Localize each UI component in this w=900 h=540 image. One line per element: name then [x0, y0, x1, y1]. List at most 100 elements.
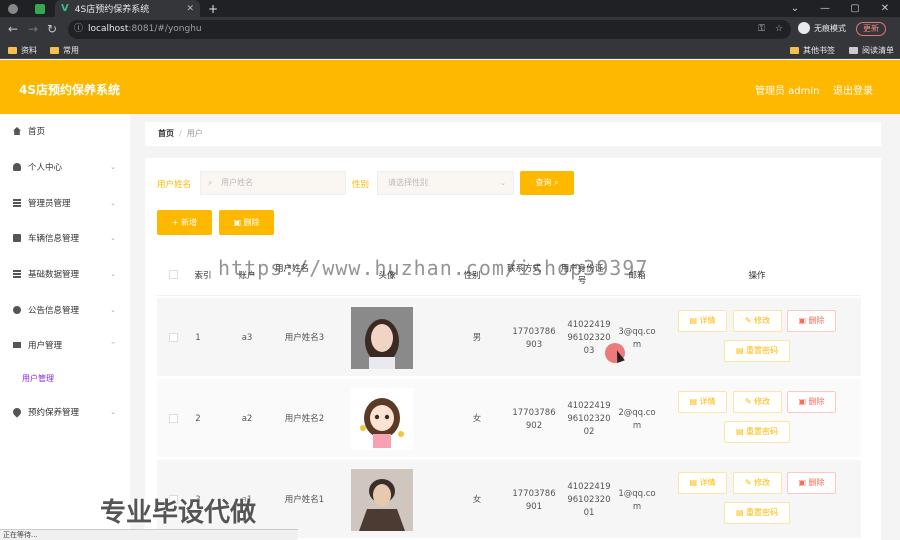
bookmark-folder[interactable]: 资料 [8, 45, 37, 56]
sidebar-item-admins[interactable]: 管理员管理 ⌄ [0, 193, 130, 213]
browser-tab-icon[interactable] [35, 0, 45, 17]
new-tab-icon[interactable]: + [208, 0, 218, 17]
minimize-icon[interactable]: — [810, 0, 840, 17]
forward-arrow-icon[interactable]: → [28, 22, 38, 36]
reload-icon[interactable]: ↻ [47, 22, 57, 36]
cell-index: 1 [195, 333, 201, 343]
avatar [351, 388, 413, 450]
delete-button[interactable]: ▣ 删除 [787, 310, 836, 332]
cell-gender: 女 [472, 495, 482, 505]
sidebar-item-appointments[interactable]: 预约保养管理 ⌄ [0, 402, 130, 422]
list-icon [13, 199, 21, 207]
sidebar-item-profile[interactable]: 个人中心 ⌄ [0, 157, 130, 177]
monitor-icon [13, 342, 21, 348]
cell-email: 1@qq.co m [618, 489, 656, 512]
star-icon[interactable]: ☆ [775, 20, 783, 39]
sidebar-item-basic-data[interactable]: 基础数据管理 ⌄ [0, 264, 130, 284]
bookmark-folder[interactable]: 常用 [50, 45, 79, 56]
close-icon[interactable]: ✕ [186, 4, 194, 14]
trash-icon: ▣ [233, 218, 241, 227]
add-button[interactable]: + 新增 [157, 210, 212, 235]
search-icon: ⌕ [208, 178, 213, 187]
incognito-icon [798, 22, 810, 34]
app-header: 4S店预约保养系统 管理员 admin 退出登录 [0, 60, 900, 114]
sidebar-item-users[interactable]: 用户管理 ⌃ [0, 335, 130, 355]
chevron-down-icon: ⌄ [110, 306, 116, 314]
browser-tab-active[interactable]: V 4S店预约保养系统 ✕ [55, 0, 200, 17]
name-filter-label: 用户姓名 [157, 180, 192, 190]
url-path: :8081/#/yonghu [128, 24, 202, 34]
cell-idcard: 41022419 96102320 02 [567, 401, 611, 437]
gender-filter-label: 性别 [352, 180, 370, 190]
chevron-down-icon: ⌄ [110, 199, 116, 207]
chevron-down-icon[interactable]: ⌄ [780, 0, 810, 17]
edit-button[interactable]: ✎ 修改 [733, 472, 782, 494]
chevron-down-icon: ⌄ [110, 408, 116, 416]
table-row: 3 a1 用户姓名1 女 17703786 901 41022419 9610232… [157, 460, 861, 540]
row-checkbox[interactable] [169, 333, 178, 342]
back-arrow-icon[interactable]: ← [8, 22, 18, 36]
breadcrumb-current: 用户 [186, 129, 203, 138]
bookmarks-bar: 资料 常用 其他书签 阅读清单 [0, 42, 900, 59]
cell-gender: 男 [472, 333, 482, 343]
sidebar-subitem-user-management[interactable]: 用户管理 [22, 373, 54, 384]
sidebar-item-home[interactable]: 首页 [0, 121, 130, 141]
cell-phone: 17703786 903 [512, 327, 556, 350]
name-search-input[interactable]: ⌕ 用户姓名 [200, 171, 346, 195]
content-card: 用户姓名 ⌕ 用户姓名 性别 请选择性别 ⌄ 查询 ⌕ + 新增 ▣ 删除 索引… [145, 158, 881, 540]
notice-icon [13, 306, 21, 314]
sidebar-item-vehicles[interactable]: 车辆信息管理 ⌄ [0, 228, 130, 248]
edit-button[interactable]: ✎ 修改 [733, 310, 782, 332]
query-button[interactable]: 查询 ⌕ [520, 171, 574, 195]
cell-idcard: 41022419 96102320 01 [567, 482, 611, 518]
list-icon [13, 270, 21, 278]
browser-status-bar: 正在等待... [0, 529, 298, 540]
incognito-label: 无痕模式 [814, 23, 846, 33]
breadcrumb-home[interactable]: 首页 [158, 129, 174, 138]
info-icon[interactable]: ⓘ [74, 20, 83, 39]
detail-button[interactable]: ▤ 详情 [678, 472, 727, 494]
car-icon [13, 234, 21, 242]
reset-password-button[interactable]: ▤ 重置密码 [724, 502, 790, 524]
app-title: 4S店预约保养系统 [19, 83, 120, 97]
edit-button[interactable]: ✎ 修改 [733, 391, 782, 413]
select-all-checkbox[interactable] [169, 270, 178, 279]
breadcrumb: 首页 / 用户 [145, 122, 881, 146]
detail-button[interactable]: ▤ 详情 [678, 391, 727, 413]
cell-account: a2 [241, 414, 253, 424]
maximize-icon[interactable]: ▢ [840, 0, 870, 17]
reading-list[interactable]: 阅读清单 [849, 45, 894, 56]
cell-phone: 17703786 902 [512, 408, 556, 431]
chevron-up-icon: ⌃ [110, 341, 116, 349]
avatar [351, 307, 413, 369]
url-input[interactable]: ⓘ localhost:8081/#/yonghu ⚿ ☆ [68, 20, 791, 39]
bookmark-folder[interactable]: 其他书签 [790, 45, 835, 56]
key-icon[interactable]: ⚿ [758, 20, 765, 39]
sidebar-item-notices[interactable]: 公告信息管理 ⌄ [0, 300, 130, 320]
logout-link[interactable]: 退出登录 [833, 82, 873, 97]
promo-overlay-text: 专业毕设代做 [100, 498, 257, 528]
batch-delete-button[interactable]: ▣ 删除 [219, 210, 274, 235]
chevron-down-icon: ⌄ [110, 270, 116, 278]
reset-password-button[interactable]: ▤ 重置密码 [724, 340, 790, 362]
cell-gender: 女 [472, 414, 482, 424]
browser-tab-icon[interactable] [8, 0, 18, 17]
incognito-indicator[interactable]: 无痕模式 [798, 22, 846, 34]
delete-button[interactable]: ▣ 删除 [787, 391, 836, 413]
cell-name: 用户姓名3 [284, 333, 325, 343]
cell-email: 2@qq.co m [618, 408, 656, 431]
update-button[interactable]: 更新 [856, 22, 886, 36]
table-row: 2 a2 用户姓名2 女 17703786 902 41022419 96102… [157, 379, 861, 459]
gender-select[interactable]: 请选择性别 ⌄ [377, 171, 514, 195]
cell-phone: 17703786 901 [512, 489, 556, 512]
row-checkbox[interactable] [169, 414, 178, 423]
delete-button[interactable]: ▣ 删除 [787, 472, 836, 494]
sidebar: 首页 个人中心 ⌄ 管理员管理 ⌄ 车辆信息管理 ⌄ 基础数据管理 ⌄ 公告信息… [0, 114, 130, 540]
cell-account: a3 [241, 333, 253, 343]
cell-name: 用户姓名1 [284, 495, 325, 505]
close-window-icon[interactable]: ✕ [870, 0, 900, 17]
chevron-down-icon: ⌄ [110, 234, 116, 242]
reading-list-icon [849, 47, 858, 54]
detail-button[interactable]: ▤ 详情 [678, 310, 727, 332]
reset-password-button[interactable]: ▤ 重置密码 [724, 421, 790, 443]
